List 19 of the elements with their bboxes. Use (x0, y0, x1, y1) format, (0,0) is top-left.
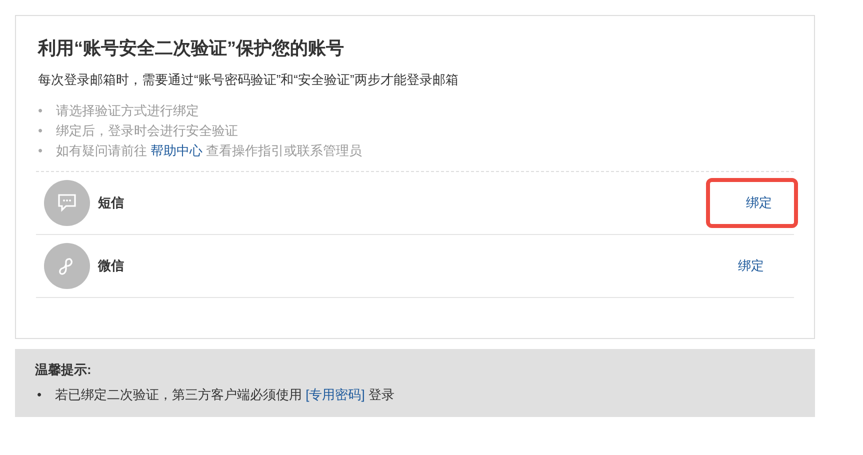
page-title: 利用“账号安全二次验证”保护您的账号 (38, 37, 345, 60)
note-text: 请选择验证方式进行绑定 (56, 102, 199, 120)
link-icon (44, 243, 90, 289)
bullet: • (38, 102, 44, 120)
bullet: • (38, 122, 44, 140)
note-text: 绑定后，登录时会进行安全验证 (56, 122, 238, 140)
bullet: • (38, 142, 44, 160)
tip-text: 若已绑定二次验证，第三方客户端必须使用 [专用密码] 登录 (55, 386, 394, 404)
bind-link[interactable]: 绑定 (706, 178, 798, 228)
note-text: 如有疑问请前往 帮助中心 查看操作指引或联系管理员 (56, 142, 362, 160)
method-name: 微信 (98, 257, 124, 275)
message-icon (44, 180, 90, 226)
tip-title: 温馨提示: (35, 361, 92, 379)
description: 每次登录邮箱时，需要通过“账号密码验证”和“安全验证”两步才能登录邮箱 (38, 71, 460, 89)
bind-link[interactable]: 绑定 (698, 241, 780, 291)
method-name: 短信 (98, 194, 124, 212)
bullet: • (37, 386, 43, 404)
help-link[interactable]: 帮助中心 (150, 143, 203, 158)
password-link[interactable]: [专用密码] (306, 387, 365, 402)
